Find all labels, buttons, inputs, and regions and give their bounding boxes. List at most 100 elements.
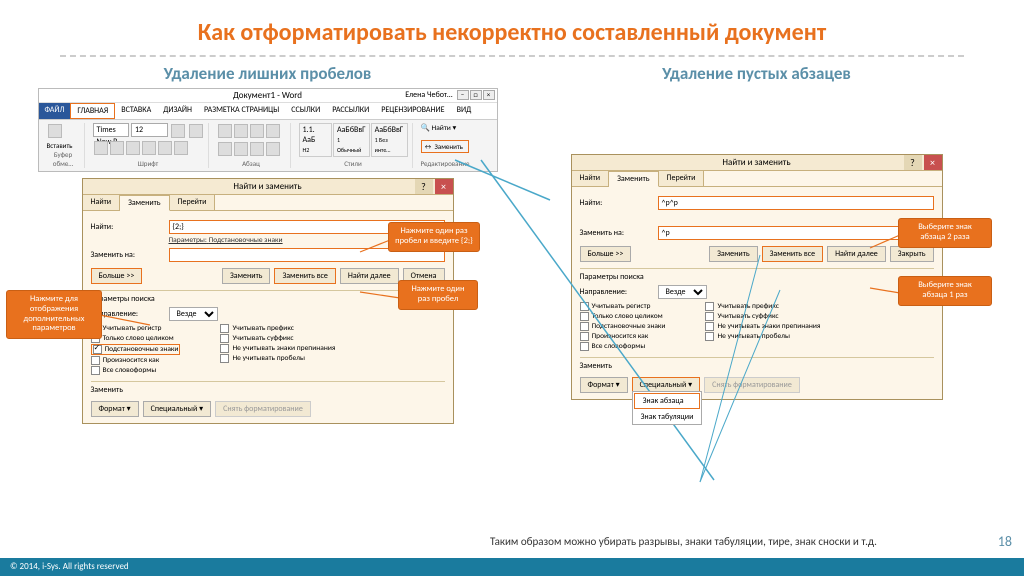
more-button[interactable]: Больше >> [91,268,143,284]
opt-suffix[interactable]: Учитывать суффикс [220,334,335,343]
direction-select[interactable]: Везде [658,285,707,299]
replace-input[interactable]: ^p [658,226,934,240]
shading-icon[interactable] [266,142,280,156]
opt-forms[interactable]: Все словоформы [91,366,181,375]
divider [60,55,964,57]
find-next-button[interactable]: Найти далее [340,268,399,284]
opt-whole[interactable]: Только слово целиком [91,334,181,343]
tab-home[interactable]: ГЛАВНАЯ [70,103,115,119]
paste-icon[interactable] [48,124,62,138]
direction-select[interactable]: Везде [169,307,218,321]
close-button[interactable]: × [483,90,495,100]
opt-space[interactable]: Не учитывать пробелы [705,332,820,341]
minimize-button[interactable]: – [457,90,469,100]
noformat-button[interactable]: Снять форматирование [215,401,311,417]
window-titlebar: Документ1 - Word Елена Чебот… – □ × [39,89,497,103]
grow-font-icon[interactable] [171,124,185,138]
copyright: © 2014, i-Sys. All rights reserved [10,561,129,573]
tab-design[interactable]: ДИЗАЙН [157,103,198,119]
numbering-icon[interactable] [234,124,248,138]
tab-find[interactable]: Найти [83,195,121,210]
noformat-button[interactable]: Снять форматирование [704,377,800,393]
help-button[interactable]: ? [904,155,922,170]
tab-file[interactable]: ФАЙЛ [39,103,71,119]
replace-all-button[interactable]: Заменить все [762,246,823,262]
left-subtitle: Удаление лишних пробелов [164,63,372,84]
bold-icon[interactable] [94,141,108,155]
special-button[interactable]: Специальный ▾ [143,401,212,417]
style-3[interactable]: АаБбВвГ1 Без инте… [371,123,408,157]
tab-insert[interactable]: ВСТАВКА [115,103,157,119]
tab-replace[interactable]: Заменить [120,195,169,211]
tab-replace[interactable]: Заменить [609,171,658,187]
replace-button[interactable]: Заменить [709,246,757,262]
opt-forms[interactable]: Все словоформы [580,342,666,351]
opt-case[interactable]: Учитывать регистр [91,324,181,333]
tab-goto[interactable]: Перейти [170,195,216,210]
help-button[interactable]: ? [415,179,433,194]
tab-mail[interactable]: РАССЫЛКИ [326,103,375,119]
tab-view[interactable]: ВИД [451,103,478,119]
params-label: Параметры: [169,236,207,245]
bullets-icon[interactable] [218,124,232,138]
callout-para-twice: Выберите знак абзаца 2 раза [898,218,992,248]
opt-wildcards[interactable]: Подстановочные знаки [580,322,666,331]
close-button[interactable]: × [924,155,942,170]
tab-find[interactable]: Найти [572,171,610,186]
find-input[interactable]: ^p^p [658,196,934,210]
search-params-section: Параметры поиска [580,268,934,282]
style-2[interactable]: АаБбВвГ1 Обычный [333,123,370,157]
special-item-tab[interactable]: Знак табуляции [633,410,702,424]
callout-find-input: Нажмите один раз пробел и введите {2;} [388,222,480,252]
opt-suffix[interactable]: Учитывать суффикс [705,312,820,321]
tab-refs[interactable]: ССЫЛКИ [285,103,326,119]
opt-prefix[interactable]: Учитывать префикс [220,324,335,333]
more-button[interactable]: Больше >> [580,246,632,262]
italic-icon[interactable] [110,141,124,155]
user-name: Елена Чебот… [405,90,452,100]
opt-punct[interactable]: Не учитывать знаки препинания [220,344,335,353]
align-right-icon[interactable] [250,142,264,156]
right-subtitle: Удаление пустых абзацев [662,63,851,84]
callout-para-once: Выберите знак абзаца 1 раз [898,276,992,306]
format-button[interactable]: Формат ▾ [580,377,628,393]
footer: © 2014, i-Sys. All rights reserved [0,558,1024,576]
opt-punct[interactable]: Не учитывать знаки препинания [705,322,820,331]
find-next-button[interactable]: Найти далее [827,246,886,262]
font-size-input[interactable]: 12 [131,123,168,137]
tab-review[interactable]: РЕЦЕНЗИРОВАНИЕ [375,103,450,119]
group-editing: Редактирование [421,159,469,168]
replace-button[interactable]: ↔ Заменить [421,140,469,153]
find-button[interactable]: 🔍 Найти ▾ [421,123,469,133]
subscript-icon[interactable] [158,141,172,155]
close-button[interactable]: Закрыть [890,246,934,262]
doc-title: Документ1 - Word [233,90,302,101]
replace-button[interactable]: Заменить [222,268,270,284]
font-name-input[interactable]: Times New R [93,123,130,137]
opt-wildcards[interactable]: Подстановочные знаки [91,344,181,355]
replace-all-button[interactable]: Заменить все [274,268,335,284]
opt-space[interactable]: Не учитывать пробелы [220,354,335,363]
shrink-font-icon[interactable] [189,124,203,138]
maximize-button[interactable]: □ [470,90,482,100]
tab-goto[interactable]: Перейти [659,171,705,186]
group-clipboard: Буфер обме… [47,150,80,168]
align-center-icon[interactable] [234,142,248,156]
underline-icon[interactable] [126,141,140,155]
indent-icon[interactable] [266,124,280,138]
dialog-title: Найти и заменить ? × [83,179,453,195]
special-item-paragraph[interactable]: Знак абзаца [634,393,701,409]
format-button[interactable]: Формат ▾ [91,401,139,417]
strike-icon[interactable] [142,141,156,155]
opt-sounds[interactable]: Произносится как [580,332,666,341]
opt-sounds[interactable]: Произносится как [91,356,181,365]
align-left-icon[interactable] [218,142,232,156]
opt-case[interactable]: Учитывать регистр [580,302,666,311]
tab-layout[interactable]: РАЗМЕТКА СТРАНИЦЫ [198,103,285,119]
opt-whole[interactable]: Только слово целиком [580,312,666,321]
opt-prefix[interactable]: Учитывать префикс [705,302,820,311]
style-1[interactable]: 1.1. АаБH2 [299,123,332,157]
multilevel-icon[interactable] [250,124,264,138]
close-button[interactable]: × [435,179,453,194]
text-color-icon[interactable] [174,141,188,155]
